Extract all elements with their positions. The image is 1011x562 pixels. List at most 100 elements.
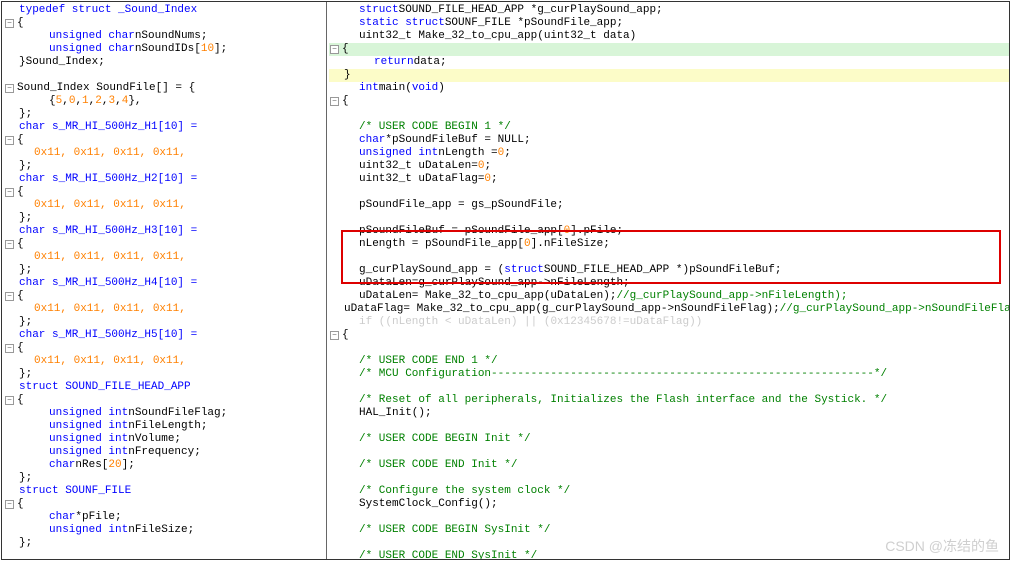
fold-icon[interactable]: − bbox=[5, 19, 14, 28]
code-text: /* USER CODE END SysInit */ bbox=[359, 550, 537, 559]
code-text: char bbox=[359, 134, 385, 147]
code-text: }; bbox=[19, 212, 32, 225]
code-text: 0 bbox=[564, 225, 571, 238]
code-text: 5 bbox=[56, 95, 63, 108]
code-text: char s_MR_HI_500Hz_H5[10] = bbox=[19, 329, 197, 342]
code-text: { bbox=[17, 290, 24, 303]
code-text: nFileLength; bbox=[128, 420, 207, 433]
code-text: unsigned int bbox=[49, 407, 128, 420]
code-text: ; bbox=[504, 147, 511, 160]
code-text: /* USER CODE BEGIN 1 */ bbox=[359, 121, 511, 134]
code-text: ; bbox=[484, 160, 491, 173]
code-text: 20 bbox=[108, 459, 121, 472]
code-text: ].pFile; bbox=[570, 225, 623, 238]
code-text: char s_MR_HI_500Hz_H4[10] = bbox=[19, 277, 197, 290]
code-text: uDataLen= Make_32_to_cpu_app(uDataLen); bbox=[359, 290, 616, 303]
code-text: SOUND_FILE_HEAD_APP *)pSoundFileBuf; bbox=[544, 264, 782, 277]
code-text: int bbox=[359, 82, 379, 95]
code-text: { bbox=[49, 95, 56, 108]
code-text: char bbox=[49, 459, 75, 472]
code-text: if ((nLength < uDataLen) || ( bbox=[359, 316, 550, 329]
code-text: 0x11, 0x11, 0x11, 0x11, bbox=[34, 303, 186, 316]
code-text: /* MCU Configuration--------------------… bbox=[359, 368, 887, 381]
code-text: /* USER CODE END 1 */ bbox=[359, 355, 498, 368]
code-text: *pFile; bbox=[75, 511, 121, 524]
code-text: { bbox=[342, 95, 349, 108]
code-text: 10 bbox=[201, 43, 214, 56]
code-text: }; bbox=[19, 160, 32, 173]
left-code-pane[interactable]: typedef struct _Sound_Index −{ unsigned … bbox=[2, 2, 327, 559]
code-text: { bbox=[342, 43, 349, 56]
code-text: /* USER CODE BEGIN Init */ bbox=[359, 433, 531, 446]
fold-icon[interactable]: − bbox=[5, 344, 14, 353]
code-text: Sound_Index SoundFile[] = { bbox=[17, 82, 195, 95]
code-text: }; bbox=[19, 108, 32, 121]
code-text: unsigned int bbox=[49, 446, 128, 459]
code-text: nLength = pSoundFile_app[ bbox=[359, 238, 524, 251]
fold-icon[interactable]: − bbox=[5, 84, 14, 93]
code-text: 2 bbox=[95, 95, 102, 108]
code-text: nFrequency; bbox=[128, 446, 201, 459]
code-text: char s_MR_HI_500Hz_H3[10] = bbox=[19, 225, 197, 238]
code-text: uDataLen=g_curPlaySound_app->nFileLength… bbox=[359, 277, 630, 290]
code-text: SOUND_FILE_HEAD_APP *g_curPlaySound_app; bbox=[399, 4, 663, 17]
code-text: , bbox=[102, 95, 109, 108]
code-text: g_curPlaySound_app = ( bbox=[359, 264, 504, 277]
code-text: { bbox=[17, 394, 24, 407]
code-text: }; bbox=[19, 537, 32, 550]
code-text: uDataFlag= Make_32_to_cpu_app(g_curPlayS… bbox=[344, 303, 780, 316]
code-text: SystemClock_Config(); bbox=[359, 498, 498, 511]
code-text: 0x11, 0x11, 0x11, 0x11, bbox=[34, 199, 186, 212]
right-code-pane[interactable]: struct SOUND_FILE_HEAD_APP *g_curPlaySou… bbox=[327, 2, 1009, 559]
code-text: unsigned char bbox=[49, 30, 135, 43]
code-text: ].nFileSize; bbox=[531, 238, 610, 251]
code-text: }, bbox=[128, 95, 141, 108]
code-text: /* USER CODE END Init */ bbox=[359, 459, 517, 472]
code-text: 3 bbox=[108, 95, 115, 108]
code-text: , bbox=[75, 95, 82, 108]
fold-icon[interactable]: − bbox=[330, 97, 339, 106]
code-text: }; bbox=[19, 264, 32, 277]
code-text: unsigned int bbox=[359, 147, 438, 160]
code-text: ]; bbox=[214, 43, 227, 56]
code-text: 0 bbox=[484, 173, 491, 186]
code-text: struct SOUND_FILE_HEAD_APP bbox=[19, 381, 191, 394]
code-text: struct bbox=[504, 264, 544, 277]
code-text: char s_MR_HI_500Hz_H2[10] = bbox=[19, 173, 197, 186]
fold-icon[interactable]: − bbox=[330, 331, 339, 340]
fold-icon[interactable]: − bbox=[5, 188, 14, 197]
code-text: uint32_t uDataFlag= bbox=[359, 173, 484, 186]
code-text: unsigned char bbox=[49, 43, 135, 56]
fold-icon[interactable]: − bbox=[5, 396, 14, 405]
code-text: { bbox=[17, 186, 24, 199]
code-text: { bbox=[17, 342, 24, 355]
code-text: HAL_Init(); bbox=[359, 407, 432, 420]
code-text: unsigned int bbox=[49, 420, 128, 433]
fold-icon[interactable]: − bbox=[330, 45, 339, 54]
code-text: /* USER CODE BEGIN SysInit */ bbox=[359, 524, 550, 537]
code-text: data; bbox=[414, 56, 447, 69]
editor-container: typedef struct _Sound_Index −{ unsigned … bbox=[1, 1, 1010, 560]
code-text: unsigned int bbox=[49, 433, 128, 446]
code-text: struct bbox=[359, 4, 399, 17]
fold-icon[interactable]: − bbox=[5, 292, 14, 301]
code-text: SOUNF_FILE *pSoundFile_app; bbox=[445, 17, 623, 30]
code-text: ; bbox=[491, 173, 498, 186]
fold-icon[interactable]: − bbox=[5, 136, 14, 145]
code-text: nVolume; bbox=[128, 433, 181, 446]
code-text: uint32_t Make_32_to_cpu_app(uint32_t dat… bbox=[359, 30, 636, 43]
code-text: 0x11, 0x11, 0x11, 0x11, bbox=[34, 355, 186, 368]
code-text: char bbox=[49, 511, 75, 524]
fold-icon[interactable]: − bbox=[5, 240, 14, 249]
code-text: { bbox=[17, 134, 24, 147]
fold-icon[interactable]: − bbox=[5, 500, 14, 509]
code-text: !=uDataFlag)) bbox=[616, 316, 702, 329]
code-text: ]; bbox=[122, 459, 135, 472]
code-text: { bbox=[17, 498, 24, 511]
code-text: 4 bbox=[122, 95, 129, 108]
code-text: }; bbox=[19, 472, 32, 485]
code-text: 0 bbox=[498, 147, 505, 160]
code-text: //g_curPlaySound_app->nFileLength); bbox=[616, 290, 847, 303]
code-text: }; bbox=[19, 316, 32, 329]
code-text: nSoundFileFlag; bbox=[128, 407, 227, 420]
